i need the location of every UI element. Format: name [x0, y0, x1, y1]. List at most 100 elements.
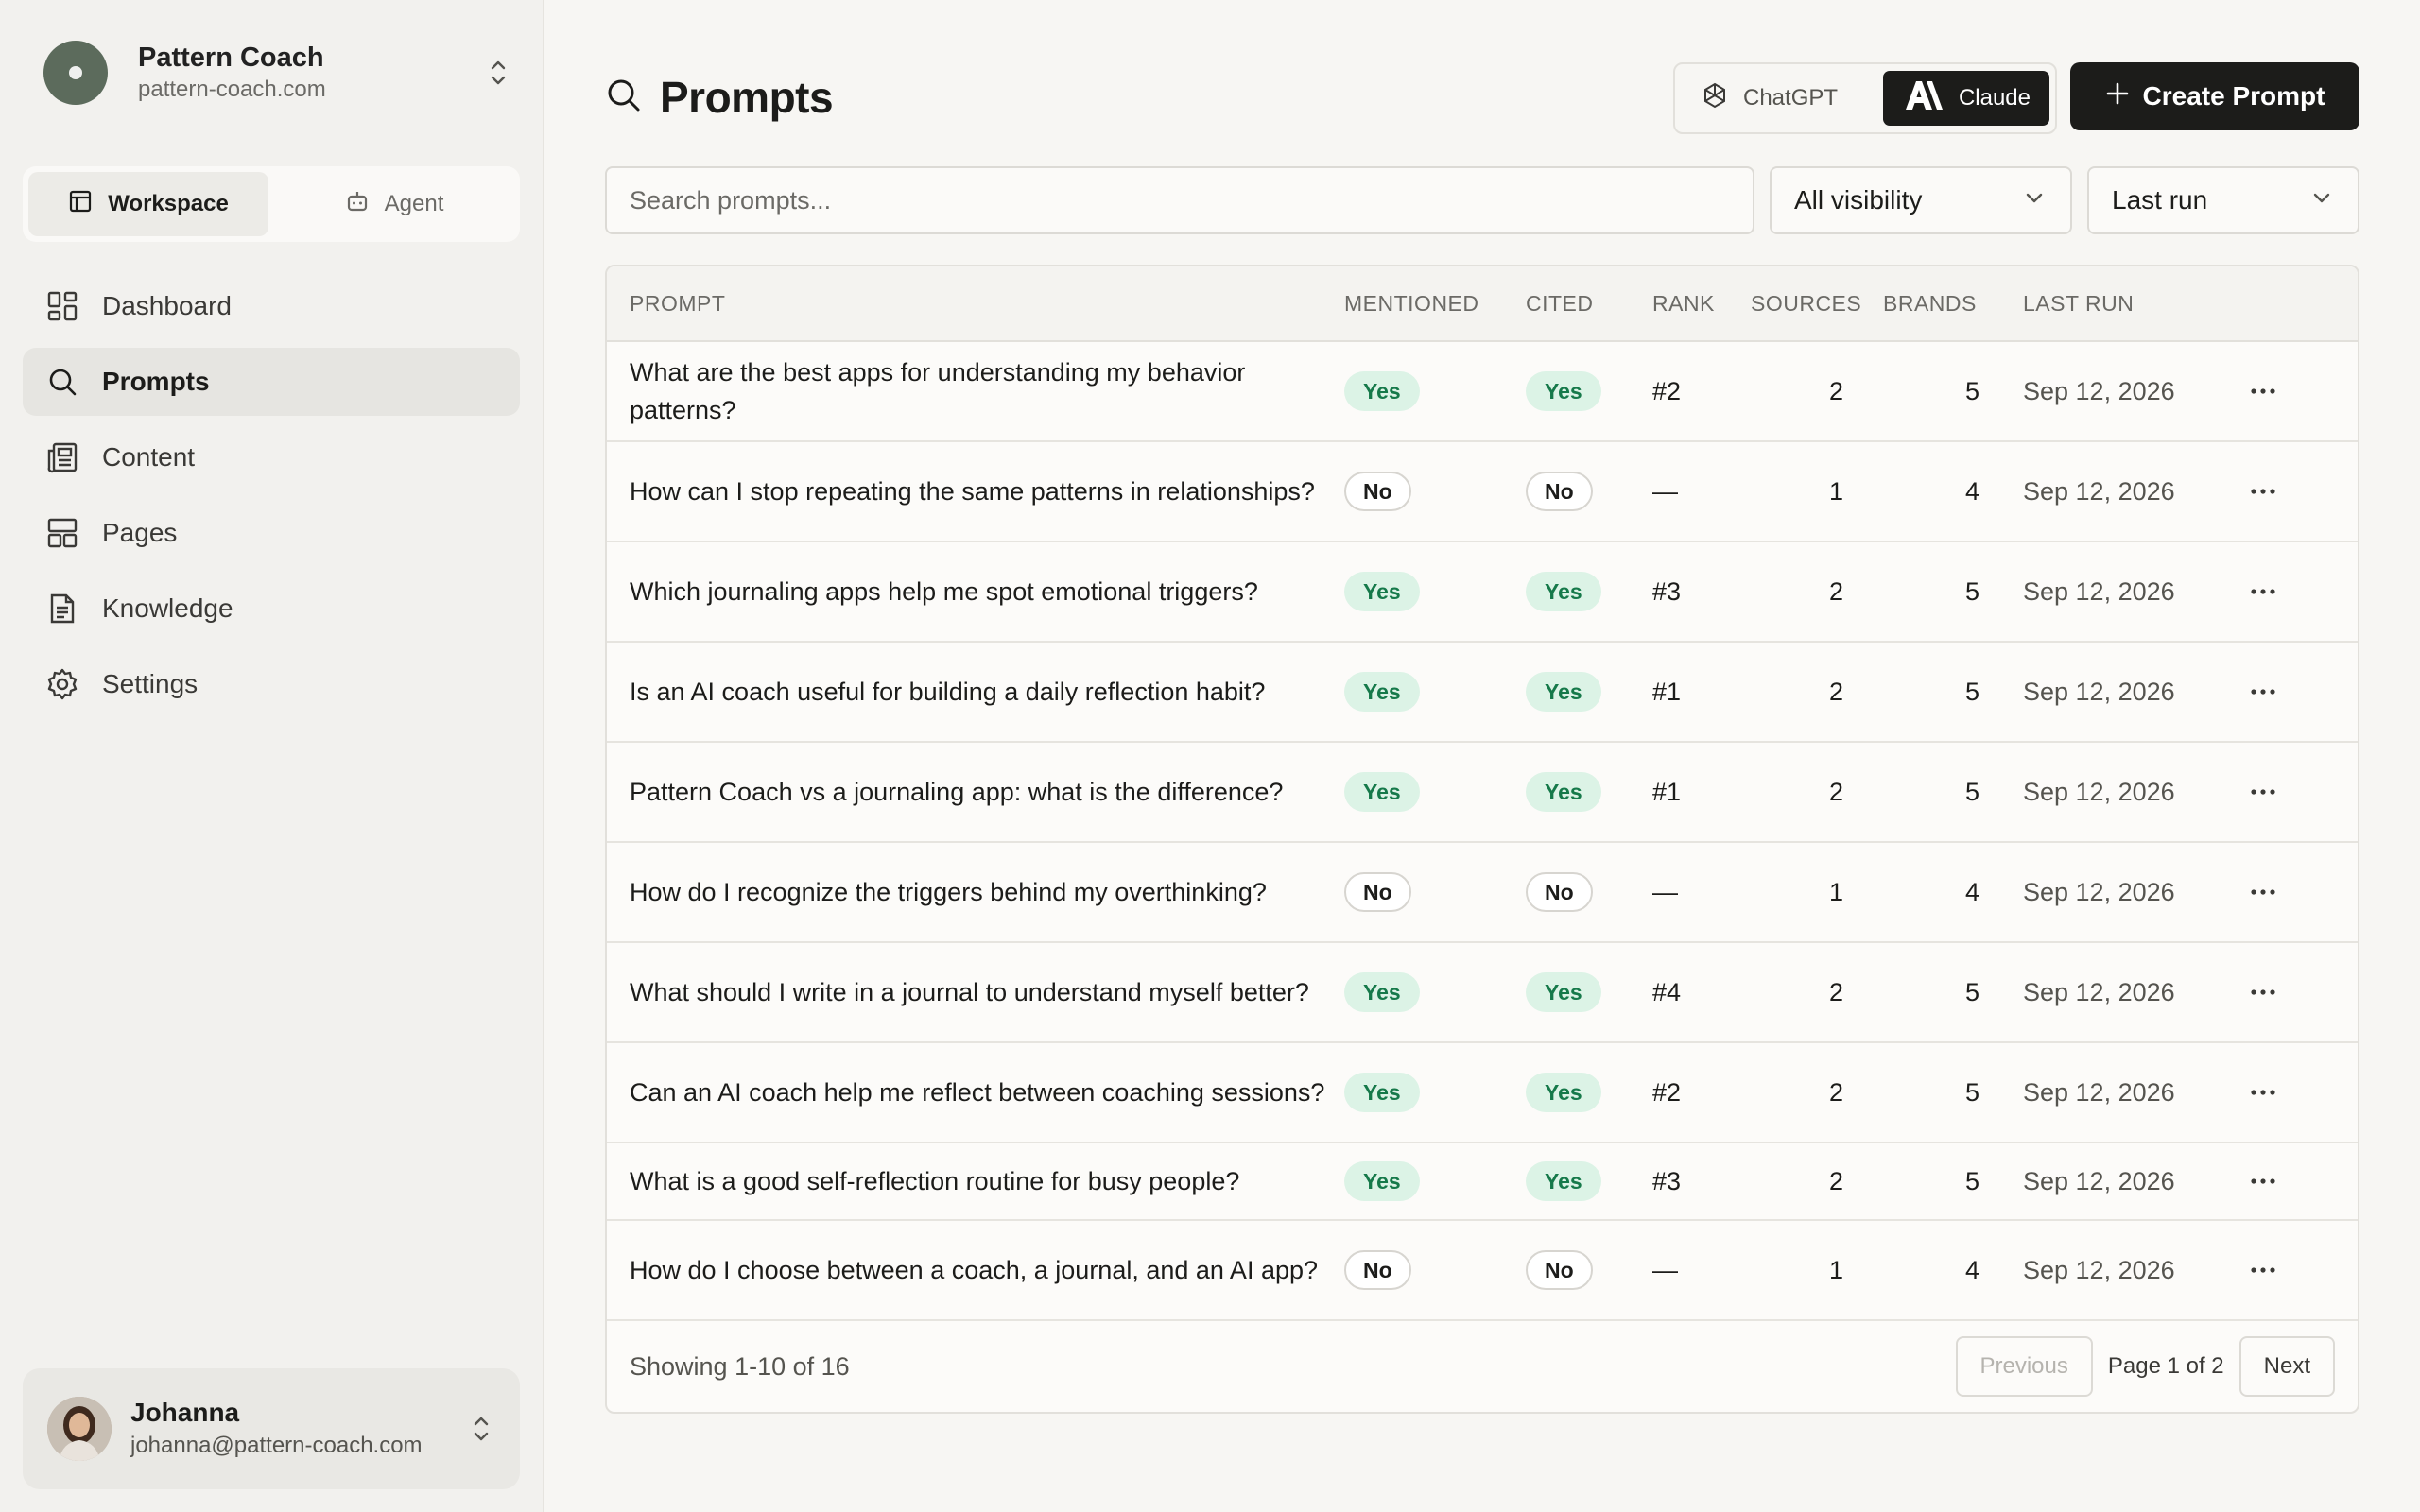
rank-value: #2 — [1652, 1077, 1682, 1107]
more-icon[interactable] — [2206, 588, 2320, 595]
openai-icon — [1700, 80, 1730, 117]
table-row[interactable]: What is a good self-reflection routine f… — [607, 1143, 2358, 1221]
sidebar-item-label: Prompts — [102, 367, 210, 396]
table-row[interactable]: How do I choose between a coach, a journ… — [607, 1221, 2358, 1321]
mentioned-badge: No — [1344, 1250, 1411, 1290]
sidebar-item-knowledge[interactable]: Knowledge — [23, 575, 520, 643]
column-header-prompt[interactable]: PROMPT — [607, 284, 1344, 322]
column-header-cited[interactable]: CITED — [1526, 291, 1652, 317]
search-input[interactable]: Search prompts... — [605, 166, 1754, 234]
model-chatgpt-button[interactable]: ChatGPT — [1681, 71, 1857, 126]
visibility-select[interactable]: All visibility — [1770, 166, 2072, 234]
rank-value: #1 — [1652, 777, 1682, 806]
plus-icon — [2105, 81, 2130, 112]
more-icon[interactable] — [2206, 988, 2320, 996]
table-row[interactable]: How do I recognize the triggers behind m… — [607, 843, 2358, 943]
prompt-text[interactable]: What should I write in a journal to unde… — [607, 973, 1344, 1011]
table-row[interactable]: What should I write in a journal to unde… — [607, 943, 2358, 1043]
sources-value: 2 — [1828, 677, 1843, 706]
sidebar-item-prompts[interactable]: Prompts — [23, 348, 520, 416]
cited-badge: Yes — [1526, 772, 1601, 812]
table-row[interactable]: How can I stop repeating the same patter… — [607, 442, 2358, 542]
org-name: Pattern Coach — [138, 43, 324, 73]
cited-badge: No — [1526, 472, 1593, 511]
mentioned-badge: Yes — [1344, 1161, 1420, 1201]
more-icon[interactable] — [2206, 1266, 2320, 1274]
table-row[interactable]: Can an AI coach help me reflect between … — [607, 1043, 2358, 1143]
search-icon — [605, 77, 643, 119]
table-row[interactable]: Is an AI coach useful for building a dai… — [607, 643, 2358, 743]
more-icon[interactable] — [2206, 387, 2320, 395]
more-icon[interactable] — [2206, 1089, 2320, 1096]
workspace-tab[interactable]: Workspace — [28, 172, 268, 236]
cited-badge: No — [1526, 1250, 1593, 1290]
sidebar-nav: Dashboard Prompts Content Pages Knowledg… — [23, 272, 520, 726]
sidebar-item-settings[interactable]: Settings — [23, 650, 520, 718]
page-title-text: Prompts — [660, 73, 834, 122]
more-icon[interactable] — [2206, 688, 2320, 696]
user-name: Johanna — [130, 1398, 240, 1427]
more-icon[interactable] — [2206, 488, 2320, 495]
model-claude-button[interactable]: Claude — [1882, 71, 2049, 126]
next-button[interactable]: Next — [2238, 1336, 2335, 1397]
org-avatar — [43, 41, 108, 105]
mentioned-badge: Yes — [1344, 572, 1420, 611]
chevron-down-icon — [2023, 185, 2046, 215]
table-body: What are the best apps for understanding… — [607, 342, 2358, 1321]
last-run-value: Sep 12, 2026 — [2023, 877, 2175, 906]
prompt-text[interactable]: What is a good self-reflection routine f… — [607, 1162, 1344, 1200]
brands-value: 4 — [1964, 476, 1979, 506]
prompt-text[interactable]: What are the best apps for understanding… — [607, 353, 1344, 429]
agent-tab[interactable]: Agent — [274, 172, 514, 236]
more-icon[interactable] — [2206, 788, 2320, 796]
rank-value: — — [1652, 877, 1678, 906]
sort-value: Last run — [2112, 185, 2208, 215]
user-email: johanna@pattern-coach.com — [130, 1433, 423, 1458]
model-claude-label: Claude — [1958, 85, 2031, 111]
previous-button[interactable]: Previous — [1955, 1336, 2093, 1397]
more-icon[interactable] — [2206, 1177, 2320, 1185]
org-switcher[interactable]: Pattern Coach pattern-coach.com — [43, 40, 512, 106]
column-header-last-run[interactable]: LAST RUN — [1998, 291, 2206, 317]
visibility-value: All visibility — [1794, 185, 1923, 215]
last-run-value: Sep 12, 2026 — [2023, 476, 2175, 506]
sidebar-item-pages[interactable]: Pages — [23, 499, 520, 567]
table-row[interactable]: Which journaling apps help me spot emoti… — [607, 542, 2358, 643]
chevron-updown-icon[interactable] — [484, 56, 512, 90]
last-run-value: Sep 12, 2026 — [2023, 376, 2175, 405]
sources-value: 1 — [1828, 877, 1843, 906]
column-header-rank[interactable]: RANK — [1652, 291, 1745, 317]
prompts-table: PROMPT MENTIONED CITED RANK SOURCES BRAN… — [605, 265, 2360, 1414]
settings-icon — [45, 667, 79, 701]
prompt-text[interactable]: Is an AI coach useful for building a dai… — [607, 673, 1344, 711]
mentioned-badge: No — [1344, 472, 1411, 511]
prompt-text[interactable]: How do I choose between a coach, a journ… — [607, 1251, 1344, 1289]
avatar — [47, 1397, 112, 1461]
mentioned-badge: No — [1344, 872, 1411, 912]
prompt-text[interactable]: Can an AI coach help me reflect between … — [607, 1074, 1344, 1111]
rank-value: — — [1652, 476, 1678, 506]
mentioned-badge: Yes — [1344, 1073, 1420, 1112]
sources-value: 1 — [1828, 1255, 1843, 1284]
sidebar-item-dashboard[interactable]: Dashboard — [23, 272, 520, 340]
sidebar-item-content[interactable]: Content — [23, 423, 520, 491]
column-header-mentioned[interactable]: MENTIONED — [1344, 291, 1526, 317]
user-menu[interactable]: Johanna johanna@pattern-coach.com — [23, 1368, 520, 1489]
column-header-sources[interactable]: SOURCES — [1745, 291, 1862, 317]
brands-value: 5 — [1964, 376, 1979, 405]
rank-value: — — [1652, 1255, 1678, 1284]
prompt-text[interactable]: How can I stop repeating the same patter… — [607, 472, 1344, 510]
column-header-brands[interactable]: BRANDS — [1862, 291, 1998, 317]
prompt-text[interactable]: Which journaling apps help me spot emoti… — [607, 573, 1344, 610]
table-row[interactable]: What are the best apps for understanding… — [607, 342, 2358, 442]
prompt-text[interactable]: Pattern Coach vs a journaling app: what … — [607, 773, 1344, 811]
create-prompt-button[interactable]: Create Prompt — [2070, 62, 2360, 130]
chevron-updown-icon[interactable] — [467, 1412, 495, 1446]
sources-value: 2 — [1828, 777, 1843, 806]
last-run-value: Sep 12, 2026 — [2023, 677, 2175, 706]
table-row[interactable]: Pattern Coach vs a journaling app: what … — [607, 743, 2358, 843]
prompt-text[interactable]: How do I recognize the triggers behind m… — [607, 873, 1344, 911]
rank-value: #1 — [1652, 677, 1682, 706]
more-icon[interactable] — [2206, 888, 2320, 896]
sort-select[interactable]: Last run — [2087, 166, 2360, 234]
